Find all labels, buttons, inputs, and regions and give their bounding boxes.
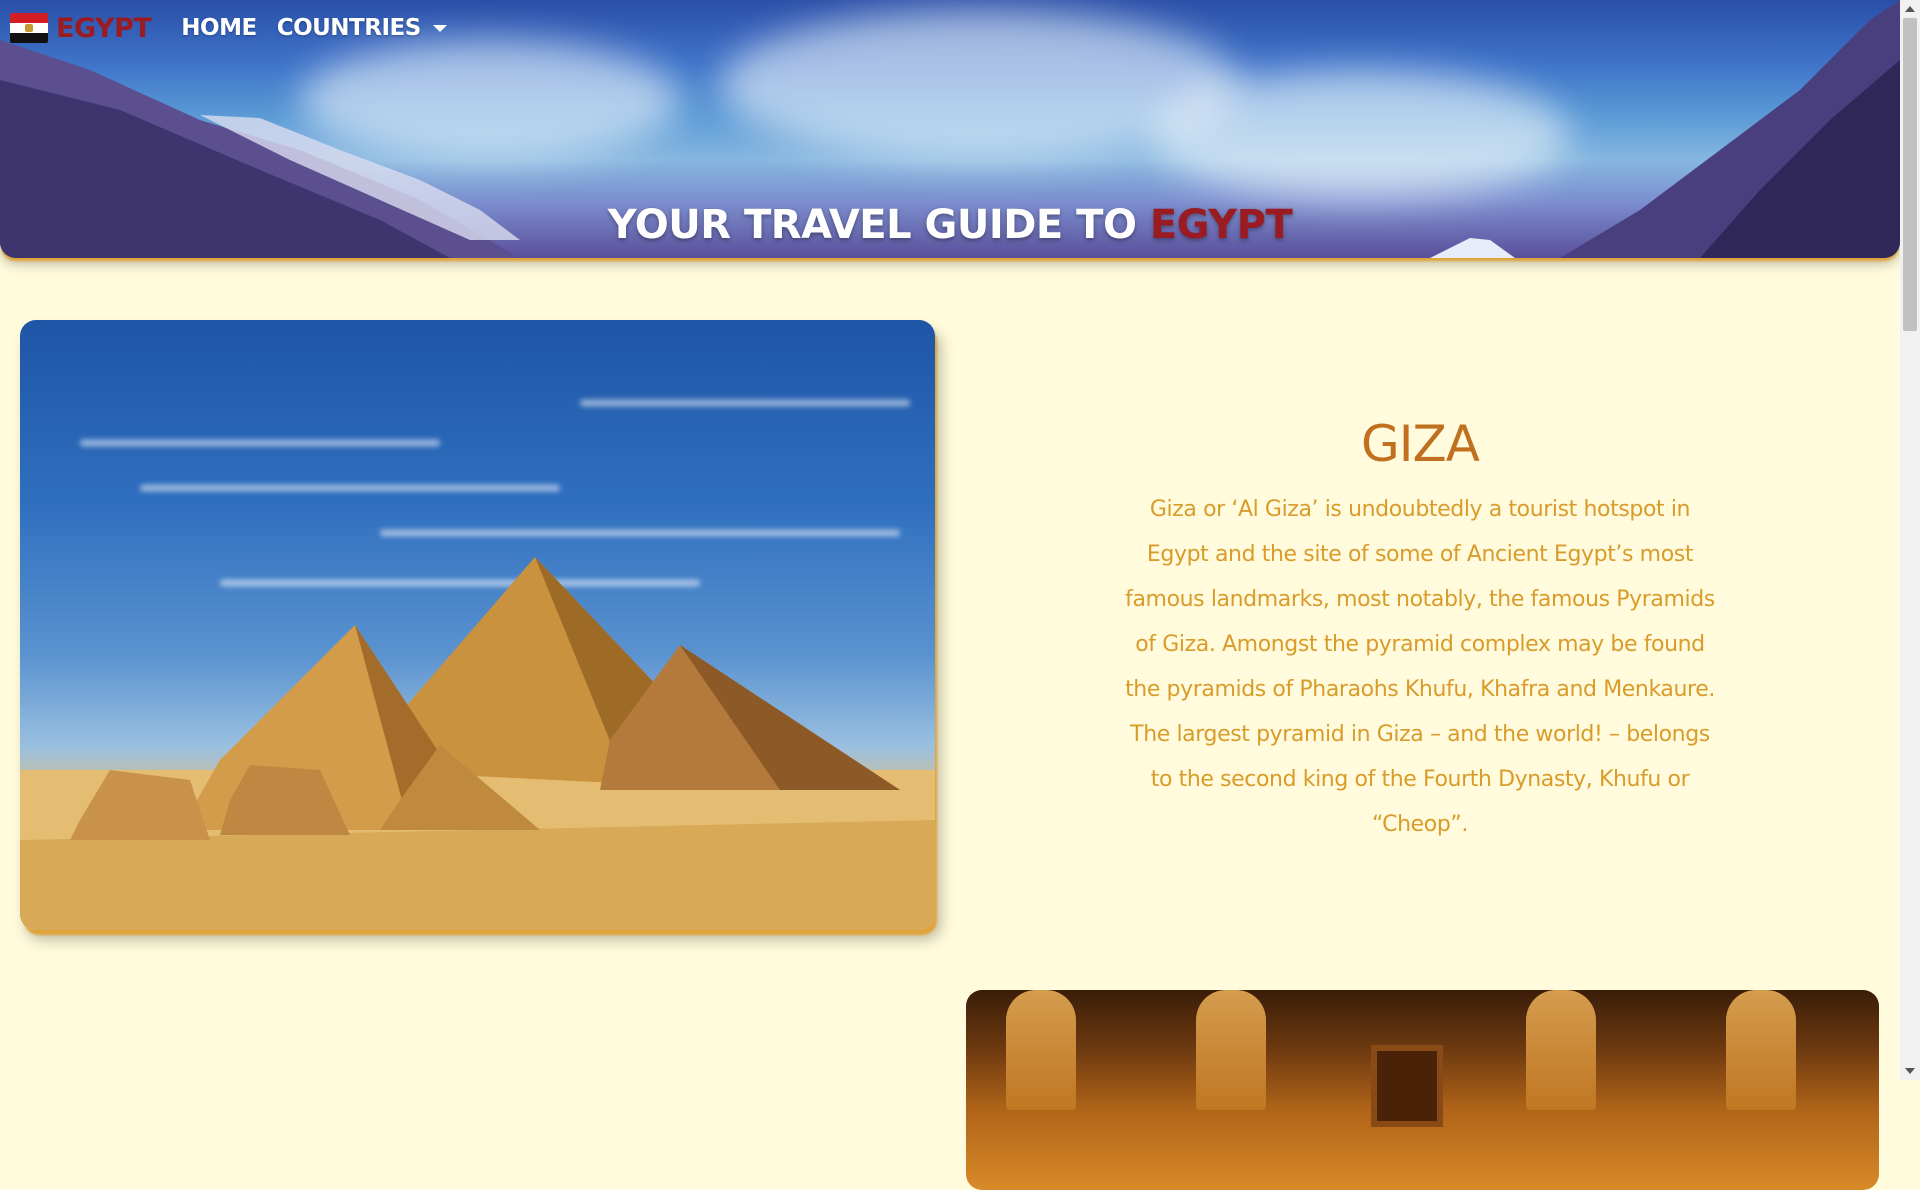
brand-link[interactable]: EGYPT: [10, 12, 152, 44]
temple-statues-image: [966, 990, 1879, 1190]
hero-banner: EGYPT HOME COUNTRIES YOUR TRAVEL GUIDE T…: [0, 0, 1900, 258]
scroll-up-arrow-icon[interactable]: [1905, 6, 1915, 12]
section-description: Giza or ‘Al Giza’ is undoubtedly a touri…: [1125, 497, 1715, 837]
statue-figure: [1196, 990, 1266, 1110]
hero-title: YOUR TRAVEL GUIDE TO EGYPT: [0, 202, 1900, 248]
giza-section: GIZA Giza or ‘Al Giza’ is undoubtedly a …: [1100, 415, 1740, 847]
egypt-flag-icon: [10, 13, 48, 43]
nav-link-label: COUNTRIES: [276, 15, 422, 41]
page-scrollbar[interactable]: [1900, 0, 1920, 1080]
chevron-down-icon: [432, 24, 447, 32]
statue-figure: [1726, 990, 1796, 1110]
nav-link-home[interactable]: HOME: [181, 15, 257, 41]
pyramids-illustration: [20, 557, 935, 930]
temple-doorway: [1371, 1045, 1443, 1127]
statue-figure: [1526, 990, 1596, 1110]
hero-title-prefix: YOUR TRAVEL GUIDE TO: [607, 202, 1150, 248]
hero-title-highlight: EGYPT: [1149, 202, 1293, 248]
scrollbar-thumb[interactable]: [1903, 18, 1917, 331]
nav-link-label: HOME: [181, 15, 257, 41]
nav-dropdown-countries[interactable]: COUNTRIES: [277, 15, 447, 41]
navbar: EGYPT HOME COUNTRIES: [0, 0, 447, 56]
brand-text: EGYPT: [56, 12, 152, 44]
giza-pyramids-image: [20, 320, 935, 930]
statue-figure: [1006, 990, 1076, 1110]
scroll-down-arrow-icon[interactable]: [1905, 1068, 1915, 1074]
section-title: GIZA: [1361, 415, 1480, 473]
